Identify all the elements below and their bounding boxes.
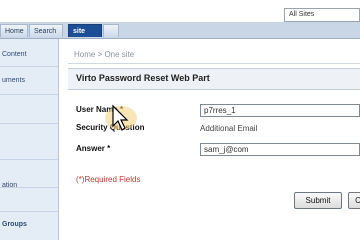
user-name-input[interactable]: p7rres_1	[200, 104, 360, 117]
top-bar: All Sites	[0, 0, 360, 22]
web-part-header: Virto Password Reset Web Part	[68, 68, 360, 90]
web-part-title: Virto Password Reset Web Part	[76, 73, 210, 83]
site-scope-select[interactable]: All Sites	[284, 8, 360, 22]
required-fields-note: (*)Required Fields	[76, 175, 141, 184]
nav-item-blank-4[interactable]	[0, 192, 58, 212]
left-navigation: Content uments ation Groups	[0, 39, 59, 240]
tab-home[interactable]: Home	[0, 24, 28, 37]
nav-item-documents[interactable]: uments	[0, 71, 58, 91]
security-question-value: Additional Email	[200, 124, 258, 133]
nav-divider	[0, 66, 58, 67]
nav-divider	[0, 159, 58, 160]
nav-item-blank-1[interactable]	[0, 99, 58, 119]
mouse-cursor-icon	[104, 104, 144, 142]
tab-search[interactable]: Search	[29, 24, 63, 37]
nav-divider	[0, 123, 58, 124]
nav-item-content[interactable]: Content	[0, 45, 58, 65]
top-nav-tabs: Home Search site	[0, 22, 360, 39]
tab-extra[interactable]	[103, 24, 119, 37]
nav-item-groups[interactable]: Groups	[0, 215, 58, 235]
cancel-button[interactable]: C	[348, 192, 360, 209]
submit-button[interactable]: Submit	[294, 192, 342, 209]
tab-site[interactable]: site	[68, 24, 102, 37]
nav-divider	[0, 94, 58, 95]
breadcrumb[interactable]: Home > One site	[68, 46, 360, 64]
nav-item-blank-2[interactable]	[0, 129, 58, 149]
answer-input[interactable]: sam_j@com	[200, 143, 360, 156]
answer-label: Answer *	[76, 144, 111, 153]
